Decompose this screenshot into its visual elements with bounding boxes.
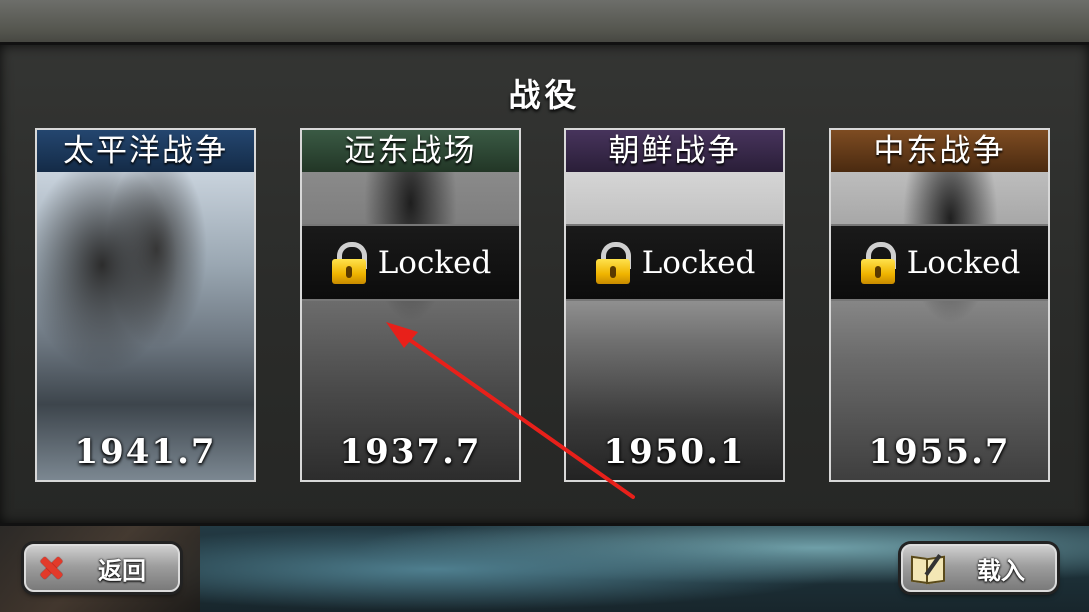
campaign-title: 远东战场 xyxy=(302,130,519,172)
load-button-label: 载入 xyxy=(977,556,1025,585)
notebook-icon xyxy=(911,553,945,585)
campaign-title: 中东战争 xyxy=(831,130,1048,172)
locked-label: Locked xyxy=(377,244,492,281)
campaign-card-middle-east[interactable]: 中东战争 Locked 1955.7 xyxy=(829,128,1050,482)
campaign-card-korea[interactable]: 朝鲜战争 Locked 1950.1 xyxy=(564,128,785,482)
back-button-label: 返回 xyxy=(98,556,146,585)
campaign-year: 1955.7 xyxy=(868,432,1011,472)
locked-overlay: Locked xyxy=(831,224,1048,301)
page-title: 战役 xyxy=(508,76,581,114)
padlock-icon xyxy=(594,241,632,284)
load-button[interactable]: 载入 xyxy=(901,544,1057,592)
back-button[interactable]: 返回 xyxy=(24,544,180,592)
padlock-icon xyxy=(859,241,897,284)
campaign-year: 1950.1 xyxy=(603,432,746,472)
close-icon xyxy=(38,555,64,581)
padlock-icon xyxy=(330,241,368,284)
campaign-year: 1937.7 xyxy=(339,432,482,472)
campaign-title: 太平洋战争 xyxy=(37,130,254,172)
campaign-card-pacific[interactable]: 太平洋战争 1941.7 xyxy=(35,128,256,482)
campaign-title: 朝鲜战争 xyxy=(566,130,783,172)
locked-label: Locked xyxy=(906,244,1021,281)
locked-overlay: Locked xyxy=(566,224,783,301)
locked-label: Locked xyxy=(641,244,756,281)
campaign-year: 1941.7 xyxy=(74,432,217,472)
locked-overlay: Locked xyxy=(302,224,519,301)
campaign-card-far-east[interactable]: 远东战场 Locked 1937.7 xyxy=(300,128,521,482)
